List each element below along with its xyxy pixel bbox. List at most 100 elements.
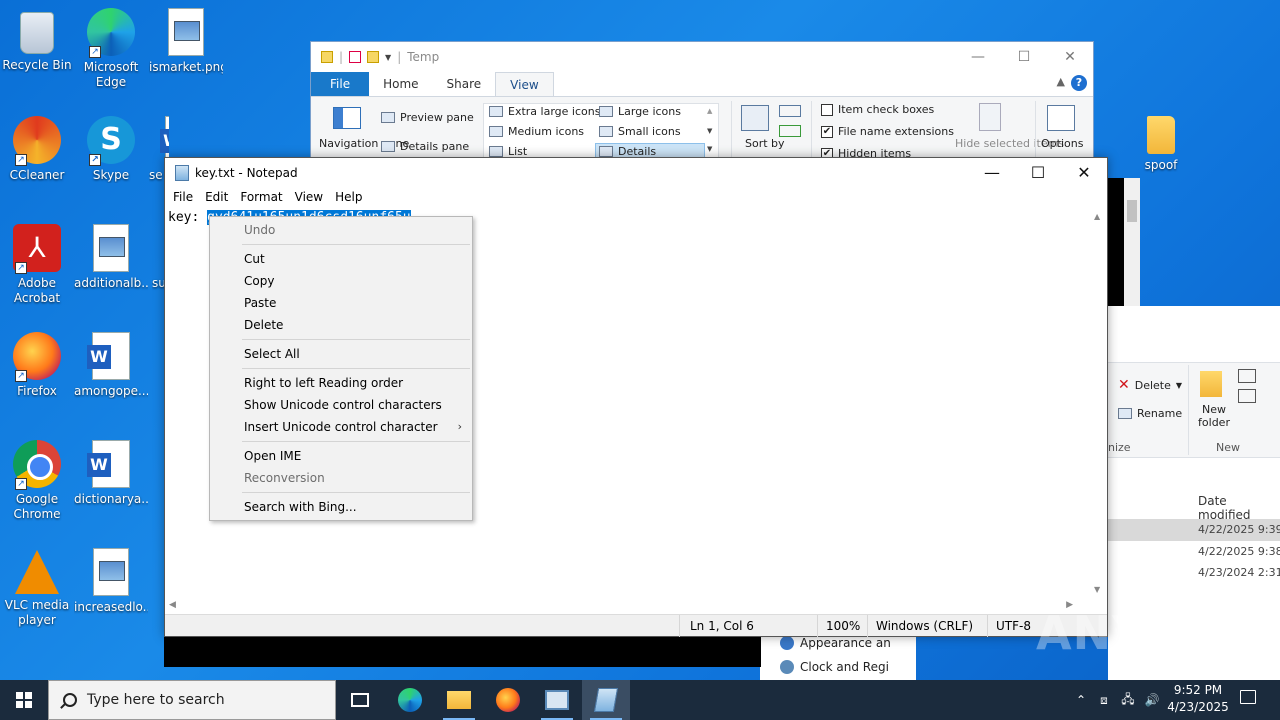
new-item-icon[interactable] [1238, 369, 1256, 383]
taskbar-search-box[interactable]: Type here to search [48, 680, 336, 720]
details-pane-button[interactable]: Details pane [381, 140, 469, 153]
menu-item-rtl[interactable]: Right to left Reading order [244, 373, 403, 393]
delete-button[interactable]: ✕ Delete ▼ [1118, 377, 1182, 393]
checkbox-unchecked[interactable] [821, 103, 833, 116]
layout-medium-icons[interactable]: Medium icons [489, 125, 584, 138]
desktop-icon-spoof[interactable]: spoof [1124, 116, 1198, 173]
show-hidden-icons-icon[interactable]: ⌃ [1070, 693, 1092, 707]
checkbox-checked[interactable]: ✔ [821, 125, 833, 138]
scroll-left-icon[interactable]: ◀ [169, 600, 176, 610]
minimize-button[interactable]: — [955, 42, 1001, 72]
horizontal-scrollbar[interactable]: ◀ ▶ [165, 598, 1093, 614]
desktop-icon-recycle-bin[interactable]: Recycle Bin [0, 8, 74, 73]
desktop-icon-vlc[interactable]: VLC media player [0, 548, 74, 628]
new-folder-button[interactable]: New folder [1192, 403, 1236, 429]
rename-label: Rename [1137, 407, 1183, 420]
desktop-icon-skype[interactable]: S ↗ Skype [74, 116, 148, 183]
notepad-titlebar[interactable]: key.txt - Notepad — ☐ ✕ [165, 158, 1107, 187]
desktop-icon-edge[interactable]: ↗ Microsoft Edge [74, 8, 148, 90]
column-header-date-modified[interactable]: Date modified [1198, 494, 1280, 522]
taskbar-control-panel[interactable] [533, 680, 581, 720]
group-by-icon[interactable] [779, 105, 801, 117]
notification-icon[interactable] [1240, 690, 1256, 704]
desktop-icon-dictionarya[interactable]: W dictionarya... [74, 440, 148, 507]
close-button[interactable]: ✕ [1047, 42, 1093, 72]
add-columns-icon[interactable] [779, 125, 801, 137]
menu-item-cut[interactable]: Cut [244, 249, 265, 269]
desktop-icon-increasedlo[interactable]: increasedlo... [74, 548, 148, 615]
desktop-icon-acrobat[interactable]: ⅄ ↗ Adobe Acrobat [0, 224, 74, 306]
explorer-titlebar[interactable]: | ▼ | Temp — ☐ ✕ [311, 42, 1093, 72]
menu-item-search-bing[interactable]: Search with Bing... [244, 497, 357, 517]
taskbar-clock[interactable]: 9:52 PM 4/23/2025 [1160, 682, 1236, 716]
taskbar-notepad[interactable] [582, 680, 630, 720]
easy-access-icon[interactable] [1238, 389, 1256, 403]
file-name-extensions-toggle[interactable]: ✔ File name extensions [821, 125, 954, 138]
layout-small-icons[interactable]: Small icons [599, 125, 681, 138]
menu-file[interactable]: File [167, 190, 199, 204]
menu-item-copy[interactable]: Copy [244, 271, 274, 291]
taskbar-edge[interactable] [386, 680, 434, 720]
status-line-ending: Windows (CRLF) [867, 615, 987, 637]
properties-icon[interactable] [349, 51, 362, 63]
tab-view[interactable]: View [495, 72, 554, 96]
menu-item-reconversion[interactable]: Reconversion [244, 468, 325, 488]
desktop-icon-additionalb[interactable]: additionalb... [74, 224, 148, 291]
menu-help[interactable]: Help [329, 190, 368, 204]
network-icon[interactable]: 🖧 [1116, 690, 1140, 711]
vertical-scrollbar[interactable]: ▲ ▼ [1091, 208, 1107, 598]
options-button[interactable]: Options [1041, 137, 1083, 150]
task-view-button[interactable] [336, 680, 384, 720]
scroll-up-icon[interactable]: ▲ [1094, 212, 1100, 221]
scroll-up-icon[interactable]: ▲ [707, 107, 712, 115]
file-row[interactable]: 4/22/2025 9:38 I [1108, 541, 1280, 563]
tab-home[interactable]: Home [369, 72, 432, 96]
scroll-down-icon[interactable]: ▼ [1094, 585, 1100, 594]
rename-button[interactable]: Rename [1118, 407, 1182, 420]
menu-item-show-unicode[interactable]: Show Unicode control characters [244, 395, 442, 415]
cp-item-clock[interactable]: Clock and Regi [780, 660, 889, 674]
taskbar-file-explorer[interactable] [435, 680, 483, 720]
taskbar-firefox[interactable] [484, 680, 532, 720]
collapse-ribbon-icon[interactable]: ▲ [1057, 75, 1065, 88]
file-row[interactable]: 4/23/2024 2:31 I [1108, 562, 1280, 584]
tab-file[interactable]: File [311, 72, 370, 96]
menu-format[interactable]: Format [234, 190, 288, 204]
new-folder-small-icon[interactable] [367, 51, 380, 63]
sort-by-button[interactable]: Sort by [745, 137, 785, 150]
edge-icon [398, 688, 422, 712]
menu-item-paste[interactable]: Paste [244, 293, 276, 313]
start-button[interactable] [0, 680, 48, 720]
scroll-down-icon[interactable]: ▼ [707, 127, 712, 135]
help-icon[interactable]: ? [1071, 75, 1087, 91]
menu-edit[interactable]: Edit [199, 190, 234, 204]
desktop-icon-amongope[interactable]: W amongope... [74, 332, 148, 399]
menu-view[interactable]: View [289, 190, 329, 204]
minimize-button[interactable]: — [969, 158, 1015, 187]
menu-item-insert-unicode[interactable]: Insert Unicode control character [244, 417, 438, 437]
desktop-icon-su[interactable]: su [152, 224, 164, 291]
layout-extra-large-icons[interactable]: Extra large icons [489, 105, 600, 118]
network-adapter-icon[interactable]: ⧈ [1092, 693, 1116, 708]
item-check-boxes-toggle[interactable]: Item check boxes [821, 103, 934, 116]
menu-item-open-ime[interactable]: Open IME [244, 446, 301, 466]
maximize-button[interactable]: ☐ [1001, 42, 1047, 72]
preview-pane-button[interactable]: Preview pane [381, 111, 474, 124]
expand-gallery-icon[interactable]: ▼ [707, 145, 712, 153]
menu-item-undo[interactable]: Undo [244, 220, 275, 240]
task-view-icon [351, 693, 369, 707]
layout-large-icons[interactable]: Large icons [599, 105, 681, 118]
desktop-icon-ismarket[interactable]: ismarket.png [149, 8, 223, 75]
desktop-icon-ccleaner[interactable]: ↗ CCleaner [0, 116, 74, 183]
chevron-down-icon[interactable]: ▼ [385, 53, 391, 62]
menu-item-select-all[interactable]: Select All [244, 344, 300, 364]
maximize-button[interactable]: ☐ [1015, 158, 1061, 187]
cp-item-appearance[interactable]: Appearance an [780, 636, 891, 650]
desktop-icon-chrome[interactable]: ↗ Google Chrome [0, 440, 74, 522]
menu-item-delete[interactable]: Delete [244, 315, 283, 335]
desktop-icon-firefox[interactable]: ↗ Firefox [0, 332, 74, 399]
background-window-scrollbar[interactable] [1124, 178, 1140, 306]
tab-share[interactable]: Share [433, 72, 496, 96]
close-button[interactable]: ✕ [1061, 158, 1107, 187]
file-row[interactable]: 4/22/2025 9:39 I [1108, 519, 1280, 541]
